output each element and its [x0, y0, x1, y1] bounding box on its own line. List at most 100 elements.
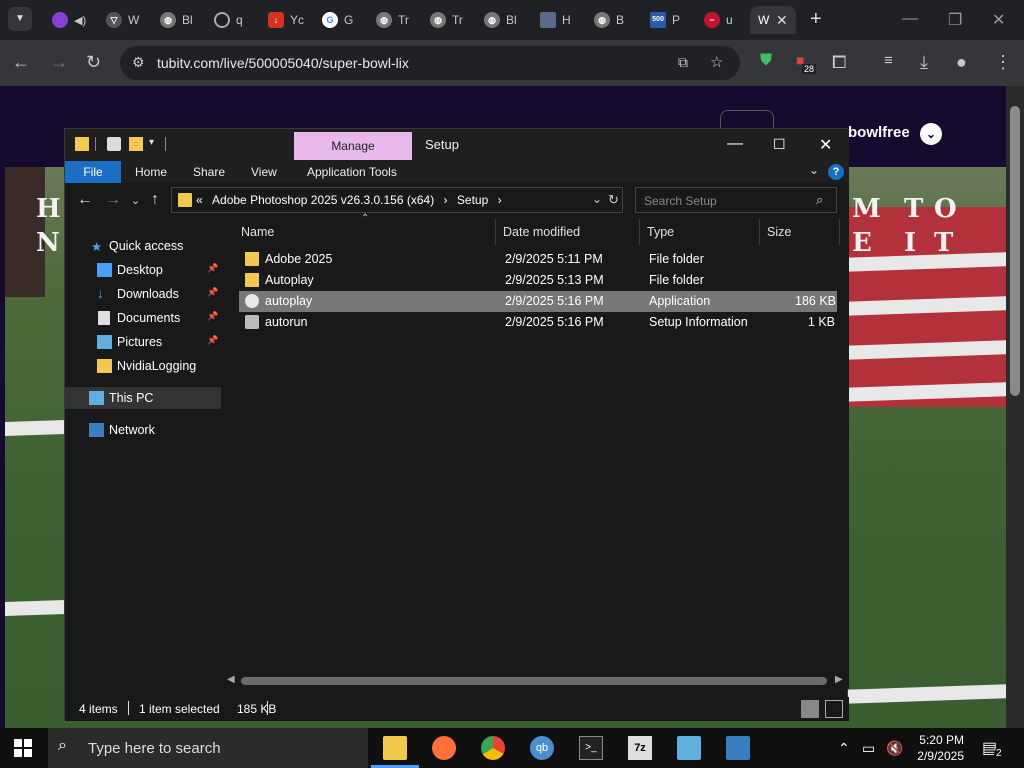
- terminal-icon[interactable]: >_: [579, 736, 603, 760]
- back-icon[interactable]: ←: [77, 191, 93, 209]
- ribbon-application-tools-tab[interactable]: Application Tools: [307, 165, 397, 179]
- file-row[interactable]: autorun 2/9/2025 5:16 PM Setup Informati…: [239, 312, 837, 333]
- reload-icon[interactable]: ↻: [86, 52, 101, 73]
- file-explorer-icon[interactable]: [371, 736, 419, 768]
- properties-icon[interactable]: [107, 137, 121, 151]
- search-input[interactable]: Search Setup ⌕: [635, 187, 837, 213]
- column-divider[interactable]: [639, 219, 640, 245]
- close-window-icon[interactable]: ✕: [992, 10, 1005, 30]
- pin-icon[interactable]: 📌: [207, 335, 218, 346]
- file-row[interactable]: Autoplay 2/9/2025 5:13 PM File folder: [239, 270, 837, 291]
- restore-icon[interactable]: ❐: [948, 10, 962, 30]
- details-view-icon[interactable]: [801, 700, 819, 718]
- browser-tab[interactable]: ↓ Yc: [260, 6, 314, 34]
- file-row[interactable]: Adobe 2025 2/9/2025 5:11 PM File folder: [239, 249, 837, 270]
- column-date-modified[interactable]: Date modified: [503, 225, 580, 239]
- install-app-icon[interactable]: ⧉: [678, 54, 688, 71]
- page-scrollbar[interactable]: [1006, 86, 1024, 728]
- expand-ribbon-icon[interactable]: ⌄: [809, 163, 819, 177]
- site-info-icon[interactable]: ⚙: [132, 54, 145, 71]
- browser-tab-active[interactable]: W: [750, 6, 796, 34]
- browser-tab[interactable]: ◀): [44, 6, 98, 34]
- firefox-icon[interactable]: [432, 736, 456, 760]
- help-icon[interactable]: ?: [828, 164, 844, 180]
- ribbon-view-tab[interactable]: View: [251, 165, 277, 179]
- nav-item-nvidialogging[interactable]: NvidiaLogging: [65, 355, 221, 377]
- volume-muted-icon[interactable]: 🔇: [886, 740, 903, 757]
- browser-tab[interactable]: ◍ Bl: [152, 6, 206, 34]
- address-bar[interactable]: ⚙ tubitv.com/live/500005040/super-bowl-l…: [120, 46, 740, 80]
- pin-icon[interactable]: 📌: [207, 311, 218, 322]
- ribbon-file-tab[interactable]: File: [65, 161, 121, 183]
- forward-icon[interactable]: →: [50, 52, 68, 73]
- breadcrumb-current[interactable]: Setup: [457, 193, 488, 207]
- qbittorrent-icon[interactable]: qb: [530, 736, 554, 760]
- refresh-icon[interactable]: ↻: [608, 192, 619, 208]
- system-clock[interactable]: 5:20 PM 2/9/2025: [908, 732, 964, 764]
- remote-desktop-icon[interactable]: [726, 736, 750, 760]
- taskbar-search-box[interactable]: ⌕ Type here to search: [48, 728, 368, 768]
- chevron-down-icon[interactable]: ⌄: [920, 123, 942, 145]
- close-tab-icon[interactable]: ✕: [776, 12, 788, 29]
- ribbon-share-tab[interactable]: Share: [193, 165, 225, 179]
- nav-item-network[interactable]: Network: [65, 419, 221, 441]
- close-window-icon[interactable]: ✕: [819, 135, 832, 155]
- back-icon[interactable]: ←: [12, 52, 30, 73]
- file-row-selected[interactable]: autoplay 2/9/2025 5:16 PM Application 18…: [239, 291, 837, 312]
- browser-tab[interactable]: 500 P: [642, 6, 696, 34]
- browser-tab[interactable]: H: [532, 6, 586, 34]
- profile-icon[interactable]: ●: [956, 52, 967, 73]
- scrollbar-thumb[interactable]: [1010, 106, 1020, 396]
- minimize-icon[interactable]: —: [727, 135, 743, 153]
- downloads-icon[interactable]: ⤓: [920, 52, 928, 73]
- forward-icon[interactable]: →: [105, 191, 121, 209]
- column-divider[interactable]: [495, 219, 496, 245]
- scrollbar-thumb[interactable]: [241, 677, 827, 685]
- address-bar[interactable]: « Adobe Photoshop 2025 v26.3.0.156 (x64)…: [171, 187, 623, 213]
- network-icon[interactable]: ▭: [862, 740, 875, 757]
- browser-tab[interactable]: ▽ W: [98, 6, 152, 34]
- nav-item-documents[interactable]: Documents 📌: [65, 307, 221, 329]
- control-panel-icon[interactable]: [677, 736, 701, 760]
- minimize-icon[interactable]: —: [902, 10, 918, 28]
- ribbon-manage-tab[interactable]: Manage: [294, 132, 412, 160]
- nav-item-desktop[interactable]: Desktop 📌: [65, 259, 221, 281]
- browser-tab[interactable]: − u: [696, 6, 750, 34]
- column-type[interactable]: Type: [647, 225, 674, 239]
- browser-tab[interactable]: ◍ Bl: [476, 6, 530, 34]
- extensions-puzzle-icon[interactable]: ⧠: [832, 52, 846, 73]
- menu-kebab-icon[interactable]: ⋮: [994, 52, 1012, 73]
- pin-icon[interactable]: 📌: [207, 287, 218, 298]
- nav-item-downloads[interactable]: ↓ Downloads 📌: [65, 283, 221, 305]
- column-name[interactable]: Name: [241, 225, 274, 239]
- new-folder-icon[interactable]: [129, 137, 143, 151]
- nav-item-pictures[interactable]: Pictures 📌: [65, 331, 221, 353]
- browser-tab[interactable]: ◍ Tr: [368, 6, 422, 34]
- column-divider[interactable]: [839, 219, 840, 245]
- horizontal-scrollbar[interactable]: ◀ ▶: [221, 673, 849, 689]
- new-tab-button[interactable]: +: [810, 8, 822, 31]
- chevron-down-icon[interactable]: ⌄: [592, 192, 602, 206]
- column-divider[interactable]: [759, 219, 760, 245]
- column-size[interactable]: Size: [767, 225, 791, 239]
- maximize-icon[interactable]: ☐: [773, 136, 786, 153]
- shield-extension-icon[interactable]: ⛊: [760, 52, 772, 70]
- 7zip-icon[interactable]: 7z: [628, 736, 652, 760]
- chrome-icon[interactable]: [481, 736, 505, 760]
- ribbon-home-tab[interactable]: Home: [135, 165, 167, 179]
- recent-locations-icon[interactable]: ⌄: [131, 194, 140, 207]
- scroll-right-icon[interactable]: ▶: [835, 674, 843, 685]
- show-hidden-icons-icon[interactable]: ⌃: [838, 740, 850, 757]
- browser-tab[interactable]: ◍ B: [586, 6, 640, 34]
- browser-tab[interactable]: GG: [314, 6, 368, 34]
- scroll-left-icon[interactable]: ◀: [227, 674, 235, 685]
- browser-tab[interactable]: ◍ Tr: [422, 6, 476, 34]
- breadcrumb-overflow[interactable]: «: [196, 193, 203, 207]
- up-icon[interactable]: ↑: [151, 191, 159, 209]
- customize-toolbar-icon[interactable]: ▾: [149, 137, 154, 148]
- bookmark-star-icon[interactable]: ☆: [710, 53, 723, 71]
- nav-item-this-pc[interactable]: This PC: [65, 387, 221, 409]
- nav-item-quick-access[interactable]: ★ Quick access: [65, 235, 221, 257]
- tab-search-button[interactable]: ▼: [8, 7, 32, 31]
- large-icons-view-icon[interactable]: [825, 700, 843, 718]
